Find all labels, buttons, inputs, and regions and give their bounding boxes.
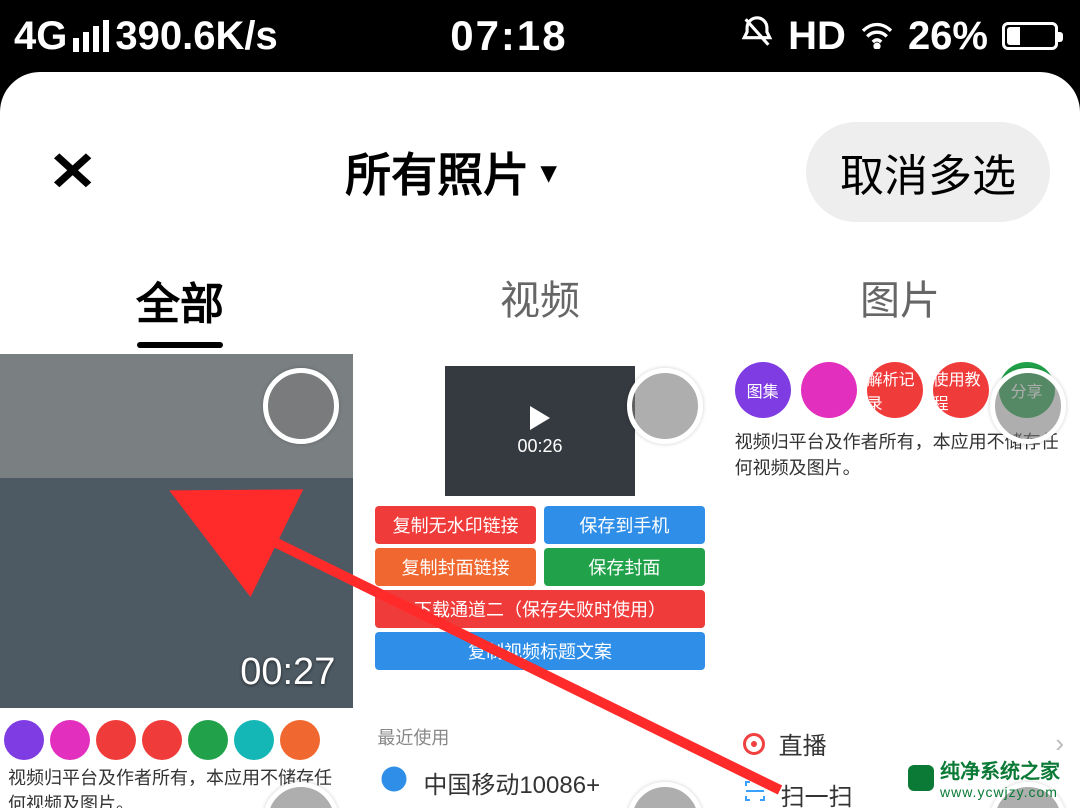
scan-label: 扫一扫: [781, 777, 853, 808]
chevron-down-icon: ▾: [541, 155, 556, 190]
signal-bars-icon: [73, 20, 109, 52]
album-dropdown[interactable]: 所有照片 ▾: [345, 139, 556, 205]
battery-pct: 26%: [908, 14, 988, 59]
mini-duration: 00:26: [517, 436, 562, 457]
hd-label: HD: [788, 14, 846, 59]
picker-header: ✕ 所有照片 ▾ 取消多选: [0, 72, 1080, 262]
filter-tabs: 全部 视频 图片: [0, 262, 1080, 354]
btn-copy-cover: 复制封面链接: [375, 548, 536, 586]
status-left: 4G 390.6K/s: [14, 14, 278, 59]
tab-video[interactable]: 视频: [360, 268, 720, 332]
album-title: 所有照片: [345, 139, 529, 205]
watermark-url: www.ycwjzy.com: [940, 784, 1060, 800]
cancel-multiselect-button[interactable]: 取消多选: [806, 122, 1050, 222]
close-icon[interactable]: ✕: [48, 145, 98, 199]
scan-icon: [743, 779, 767, 808]
network-type: 4G: [14, 14, 67, 59]
watermark-logo-icon: [908, 765, 934, 791]
grid-item-3[interactable]: 图集 解析记录 使用教程 分享 视频归平台及作者所有，本应用不储存任何视频及图片…: [727, 354, 1080, 708]
btn-save-cover: 保存封面: [544, 548, 705, 586]
btn-channel2: 下载通道二（保存失败时使用）: [375, 590, 704, 628]
select-circle[interactable]: [263, 368, 339, 444]
tab-image[interactable]: 图片: [720, 268, 1080, 332]
carrier-logo-icon: [379, 764, 409, 801]
mute-icon: [740, 14, 774, 59]
btn-copy-nowm: 复制无水印链接: [375, 506, 536, 544]
grid-item-5[interactable]: 最近使用 中国移动10086+: [363, 718, 716, 808]
dot-history: 解析记录: [867, 362, 923, 418]
status-right: HD 26%: [740, 14, 1058, 59]
live-dot-icon: [743, 733, 765, 755]
network-speed: 390.6K/s: [115, 14, 277, 59]
select-circle[interactable]: [627, 368, 703, 444]
dot-tutorial: 使用教程: [933, 362, 989, 418]
btn-copy-title: 复制视频标题文案: [375, 632, 704, 670]
dot-gallery: 图集: [735, 362, 791, 418]
wifi-icon: [860, 14, 894, 59]
battery-icon: [1002, 22, 1058, 50]
watermark-name: 纯净系统之家: [940, 761, 1060, 783]
btn-save-phone: 保存到手机: [544, 506, 705, 544]
grid-item-4[interactable]: 视频归平台及作者所有，本应用不储存任何视频及图片。: [0, 718, 353, 808]
picker-sheet: ✕ 所有照片 ▾ 取消多选 全部 视频 图片 00:27 00:26 复制无水印…: [0, 72, 1080, 808]
live-label: 直播: [779, 726, 827, 761]
mini-video-preview: 00:26: [445, 366, 635, 496]
video-duration: 00:27: [240, 651, 335, 694]
play-icon: [530, 406, 550, 430]
select-circle[interactable]: [990, 368, 1066, 444]
grid-item-2[interactable]: 00:26 复制无水印链接 保存到手机 复制封面链接 保存封面 下载通道二（保存…: [363, 354, 716, 708]
dot-2: [801, 362, 857, 418]
grid-item-1[interactable]: 00:27: [0, 354, 353, 708]
clock: 07:18: [450, 12, 567, 60]
recent-label: 最近使用: [363, 718, 716, 756]
watermark: 纯净系统之家 www.ycwjzy.com: [908, 755, 1060, 800]
status-bar: 4G 390.6K/s 07:18 HD 26%: [0, 0, 1080, 72]
media-grid: 00:27 00:26 复制无水印链接 保存到手机 复制封面链接 保存封面 下载…: [0, 354, 1080, 708]
tab-all[interactable]: 全部: [0, 268, 360, 332]
carrier-name: 中国移动10086+: [423, 765, 600, 800]
dot-strip: [0, 718, 353, 762]
